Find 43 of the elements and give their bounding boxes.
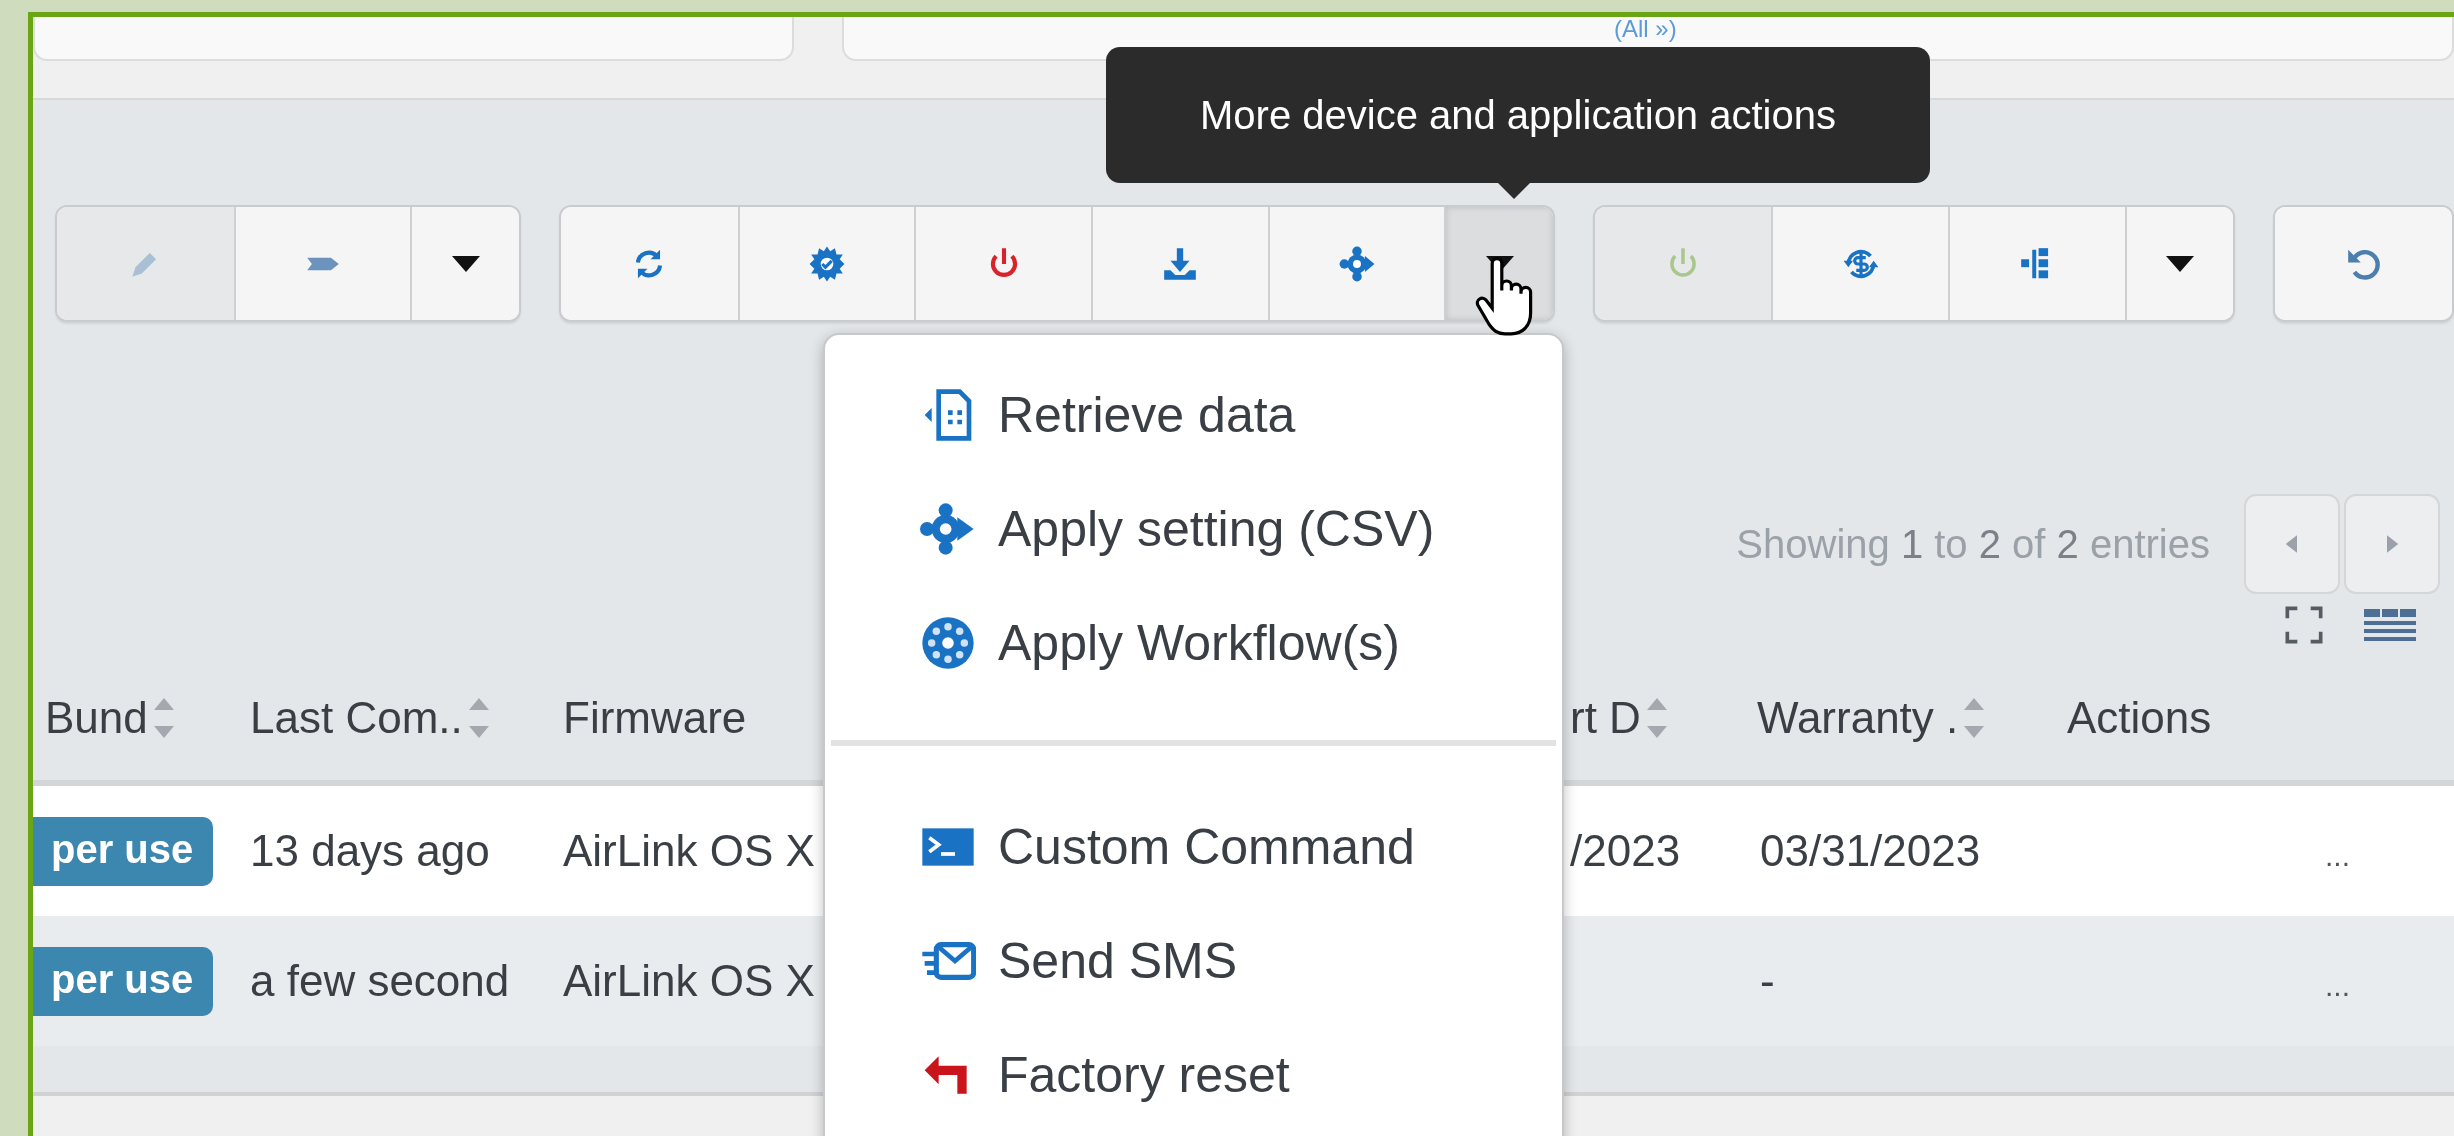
plan-badge: per use <box>33 946 214 1016</box>
dropdown-button[interactable] <box>2124 207 2234 320</box>
column-title: Last Com.. <box>250 692 463 743</box>
caret-icon <box>2166 255 2195 272</box>
column-title: rt D <box>1570 692 1641 743</box>
table-cell: /2023 <box>1570 826 1681 875</box>
actions-menu-link[interactable]: ... <box>2325 839 2350 872</box>
column-header[interactable]: Actions <box>2067 692 2212 743</box>
column-header[interactable]: Firmware <box>563 692 747 743</box>
column-header[interactable]: Warranty . <box>1745 692 2055 743</box>
menu-item[interactable]: Custom Command <box>825 790 1562 904</box>
undo-button[interactable] <box>2275 207 2452 320</box>
table-cell: 03/31/2023 <box>1760 826 1981 875</box>
column-title: Warranty . <box>1757 692 1959 743</box>
tooltip-arrow <box>1498 183 1530 199</box>
download-button[interactable] <box>1090 207 1268 320</box>
column-header[interactable]: rt D <box>1570 692 1745 743</box>
tag-button[interactable] <box>233 207 411 320</box>
menu-item[interactable]: Factory reset <box>825 1018 1562 1132</box>
entries-info: Showing 1 to 2 of 2 entries <box>1736 521 2210 567</box>
sync-dollar-button[interactable] <box>1771 207 1949 320</box>
tree-button[interactable] <box>1948 207 2125 320</box>
plan-badge: per use <box>33 816 214 886</box>
table-cell: a few second <box>250 956 510 1005</box>
table-cell: 13 days ago <box>250 826 490 875</box>
menu-item[interactable]: Send SMS <box>825 904 1562 1018</box>
dropdown-button[interactable] <box>410 207 519 320</box>
menu-item[interactable]: Apply setting (CSV) <box>825 472 1562 586</box>
previous-page-button[interactable] <box>2244 494 2340 594</box>
table-cell: - <box>1760 956 1775 1005</box>
workflow-icon <box>920 615 976 671</box>
actions-menu-link[interactable]: ... <box>2325 969 2350 1002</box>
column-header[interactable]: Bund <box>33 692 235 743</box>
menu-item[interactable]: Apply Workflow(s) <box>825 586 1562 700</box>
fullscreen-icon[interactable] <box>2284 605 2324 645</box>
table-cell: AirLink OS X <box>563 826 815 875</box>
menu-item[interactable]: Retrieve data <box>825 358 1562 472</box>
tooltip: More device and application actions <box>1106 47 1930 183</box>
table-cell: AirLink OS X <box>563 956 815 1005</box>
caret-icon <box>451 255 480 272</box>
column-title: Bund <box>45 692 148 743</box>
next-page-button[interactable] <box>2344 494 2440 594</box>
column-header[interactable]: Last Com.. <box>235 692 548 743</box>
